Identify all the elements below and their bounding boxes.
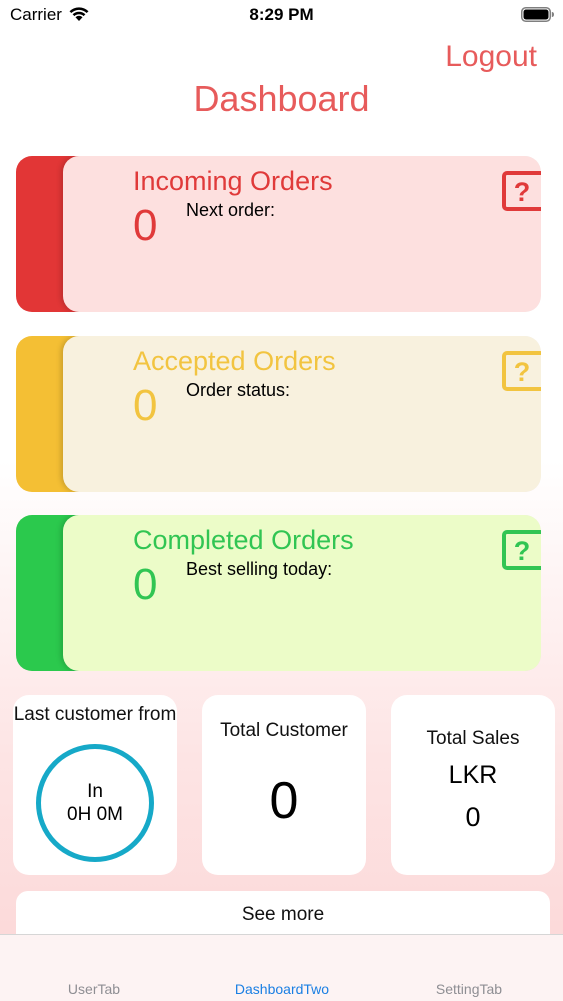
- logout-button[interactable]: Logout: [445, 40, 537, 74]
- card-subtitle: Order status:: [186, 380, 291, 400]
- tab-dashboardtwo[interactable]: DashboardTwo: [188, 981, 376, 997]
- tab-bar: UserTab DashboardTwo SettingTab: [0, 934, 563, 1001]
- total-customer-value: 0: [269, 772, 299, 830]
- help-icon[interactable]: ?: [501, 350, 541, 392]
- card-subtitle: Next order:: [186, 200, 276, 220]
- timer-ring: In 0H 0M: [36, 744, 154, 862]
- status-bar: Carrier 8:29 PM: [0, 0, 563, 32]
- card-body: Accepted Orders 0 Order status: ?: [63, 336, 541, 492]
- card-title: Incoming Orders: [133, 166, 333, 196]
- timer-value: 0H 0M: [67, 804, 123, 825]
- last-customer-label: Last customer from: [13, 704, 177, 725]
- card-title: Completed Orders: [133, 525, 354, 555]
- total-sales-tile: Total Sales LKR 0: [391, 695, 555, 875]
- page-title: Dashboard: [193, 78, 370, 119]
- tab-settingtab[interactable]: SettingTab: [375, 981, 563, 997]
- clock: 8:29 PM: [249, 5, 314, 24]
- incoming-orders-card[interactable]: Incoming Orders 0 Next order: ?: [16, 156, 541, 312]
- card-count: 0: [133, 201, 158, 250]
- card-title: Accepted Orders: [133, 346, 336, 376]
- timer-prefix: In: [87, 781, 103, 802]
- total-customer-tile: Total Customer 0: [202, 695, 366, 875]
- sales-currency: LKR: [448, 761, 498, 789]
- card-body: Completed Orders 0 Best selling today: ?: [63, 515, 541, 671]
- help-icon[interactable]: ?: [501, 529, 541, 571]
- accepted-orders-card[interactable]: Accepted Orders 0 Order status: ?: [16, 336, 541, 492]
- battery-full-icon: [521, 7, 554, 22]
- tab-usertab[interactable]: UserTab: [0, 981, 188, 997]
- total-sales-label: Total Sales: [426, 728, 520, 749]
- total-customer-label: Total Customer: [220, 720, 348, 741]
- help-icon[interactable]: ?: [501, 170, 541, 212]
- card-subtitle: Best selling today:: [186, 559, 333, 579]
- see-more-button[interactable]: See more: [16, 891, 550, 935]
- svg-text:?: ?: [514, 536, 531, 566]
- completed-orders-card[interactable]: Completed Orders 0 Best selling today: ?: [16, 515, 541, 671]
- svg-text:?: ?: [514, 177, 531, 207]
- card-count: 0: [133, 381, 158, 430]
- card-body: Incoming Orders 0 Next order: ?: [63, 156, 541, 312]
- svg-text:?: ?: [514, 357, 531, 387]
- last-customer-tile: Last customer from In 0H 0M: [13, 695, 177, 875]
- total-sales-value: 0: [465, 802, 481, 832]
- card-count: 0: [133, 560, 158, 609]
